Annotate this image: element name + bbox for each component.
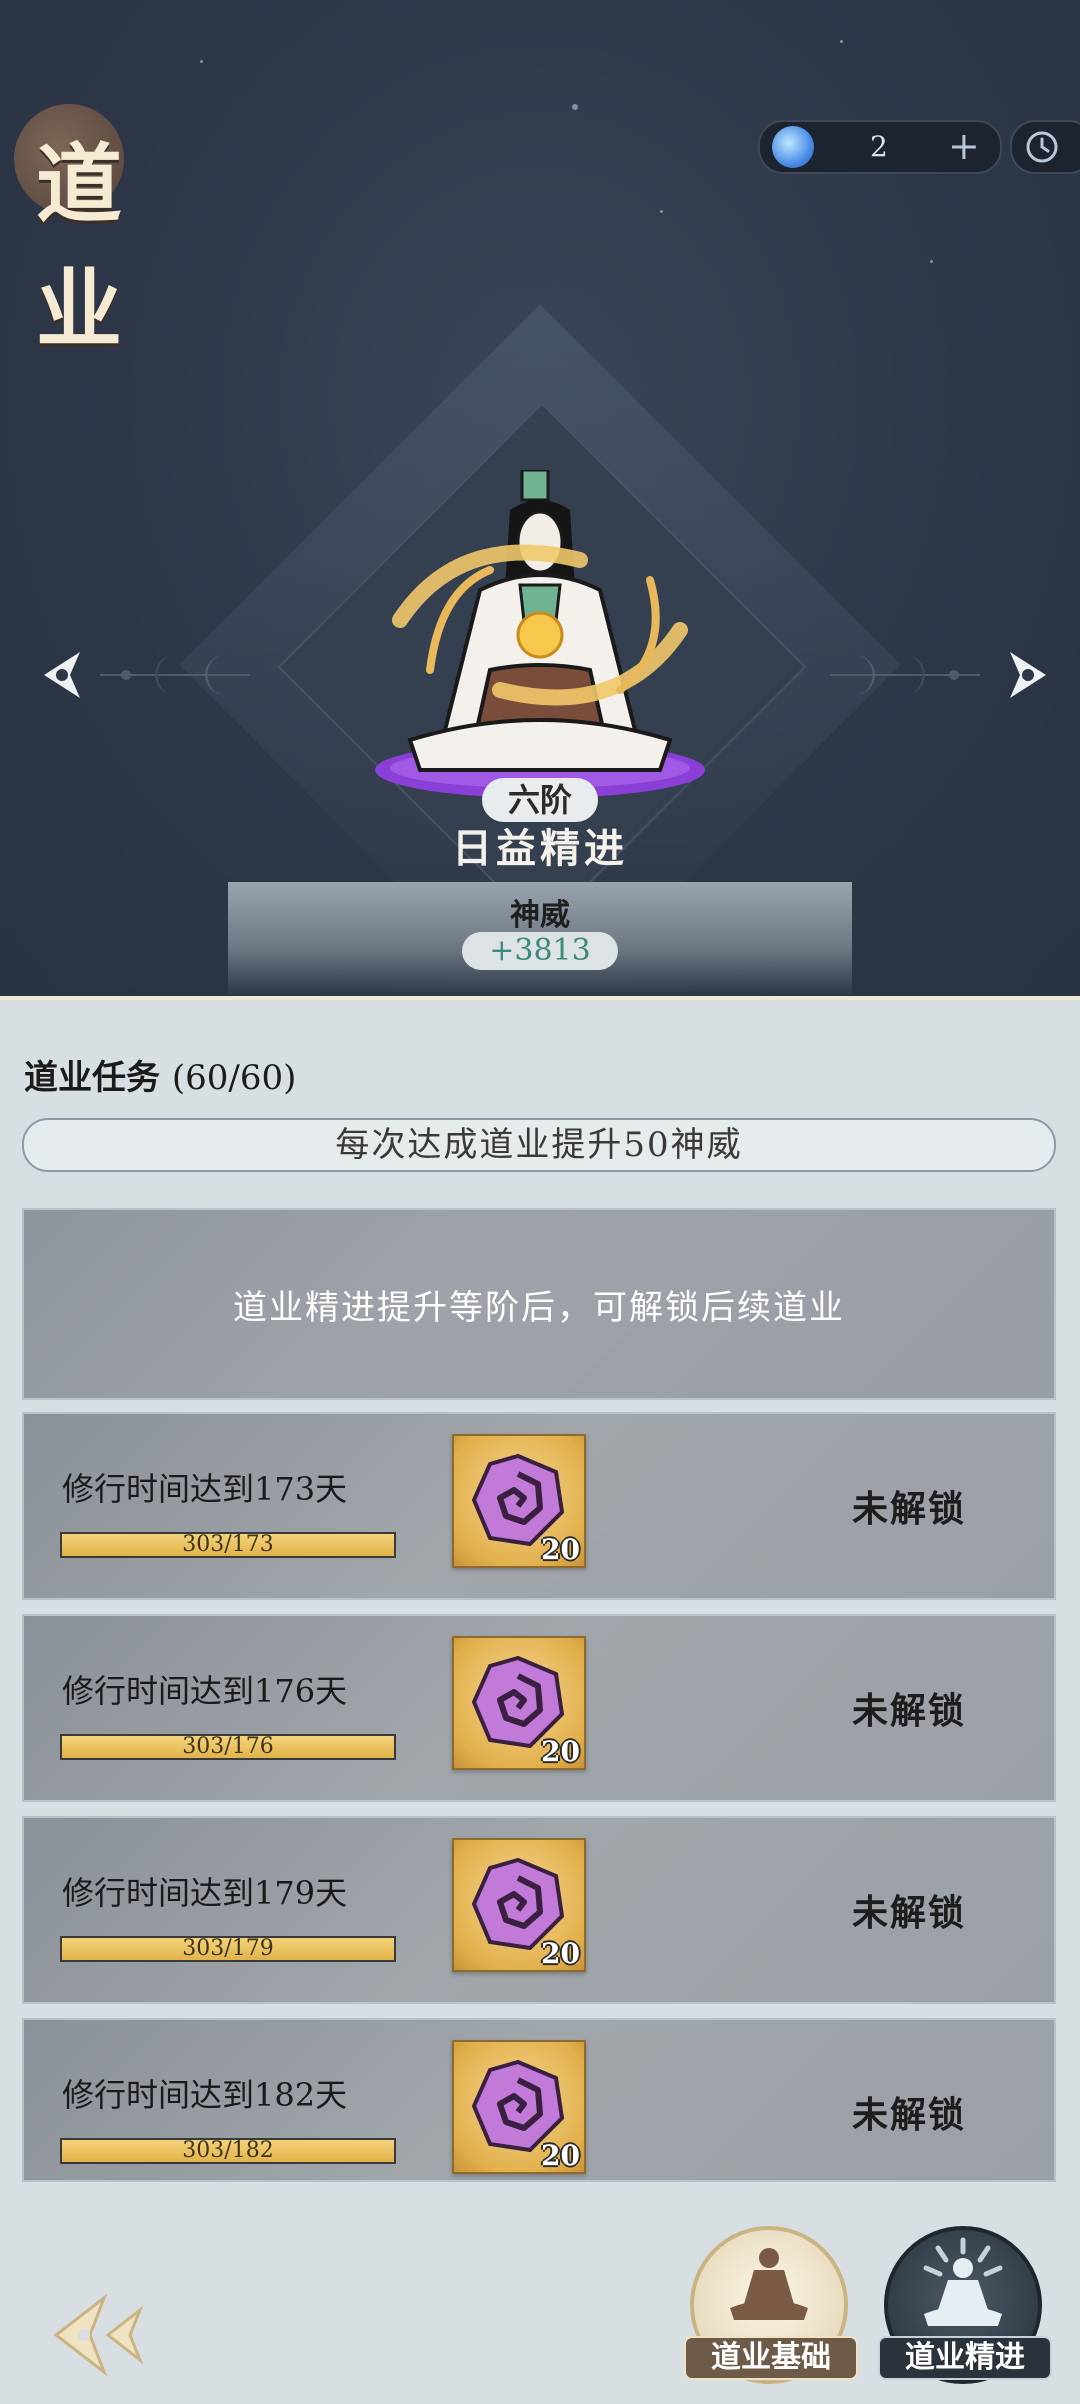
- star-decoration: [930, 260, 933, 263]
- back-arrow-icon[interactable]: [44, 2290, 154, 2380]
- spirit-orb-icon: [772, 126, 814, 168]
- advance-tab-label: 道业精进: [878, 2336, 1052, 2380]
- reward-item[interactable]: 20: [452, 1636, 586, 1770]
- page-title: 道业: [36, 134, 128, 360]
- task-progress-text: 303/179: [182, 1936, 274, 1961]
- task-status: 未解锁: [852, 1488, 967, 1530]
- task-title-label: 道业任务: [24, 1058, 160, 1098]
- reward-quantity: 20: [541, 1937, 580, 1970]
- task-progress-text: 303/173: [182, 1532, 274, 1557]
- cultivator-figure-icon: [375, 470, 705, 798]
- next-stage-arrow-icon[interactable]: [990, 640, 1060, 710]
- resource-counter[interactable]: 2 +: [758, 120, 1002, 174]
- radiant-meditation-icon: [923, 2237, 1003, 2326]
- star-decoration: [572, 104, 578, 110]
- task-progress-bar: 303/179: [60, 1936, 396, 1962]
- task-card[interactable]: 修行时间达到179天 303/179 20 未解锁: [22, 1816, 1056, 2004]
- task-status: 未解锁: [852, 2094, 967, 2136]
- locked-notice-card: 道业精进提升等阶后，可解锁后续道业: [22, 1208, 1056, 1400]
- star-decoration: [200, 60, 203, 63]
- task-description: 修行时间达到173天: [62, 1470, 348, 1508]
- reward-quantity: 20: [541, 1735, 580, 1768]
- task-status: 未解锁: [852, 1892, 967, 1934]
- task-progress-bar: 303/182: [60, 2138, 396, 2164]
- task-count: (60/60): [171, 1058, 297, 1098]
- task-description: 修行时间达到182天: [62, 2076, 348, 2114]
- page-header: 道业: [14, 100, 214, 360]
- basic-tab-label: 道业基础: [684, 2336, 858, 2380]
- task-progress-bar: 303/176: [60, 1734, 396, 1760]
- task-status: 未解锁: [852, 1690, 967, 1732]
- moon-trail-right-icon: [830, 655, 980, 695]
- power-panel: 神威 +3813: [228, 882, 852, 994]
- locked-notice-text: 道业精进提升等阶后，可解锁后续道业: [233, 1288, 845, 1328]
- task-section-title: 道业任务 (60/60): [24, 1050, 296, 1099]
- task-description: 修行时间达到179天: [62, 1874, 348, 1912]
- task-card[interactable]: 修行时间达到182天 303/182 20 未解锁: [22, 2018, 1056, 2182]
- reward-quantity: 20: [541, 2139, 580, 2172]
- task-progress-bar: 303/173: [60, 1532, 396, 1558]
- reward-item[interactable]: 20: [452, 1434, 586, 1568]
- previous-stage-arrow-icon[interactable]: [30, 640, 100, 710]
- meditation-pose-icon: [730, 2248, 808, 2320]
- resource-value: 2: [870, 130, 888, 163]
- task-description: 修行时间达到176天: [62, 1672, 348, 1710]
- moon-trail-left-icon: [100, 655, 250, 695]
- clock-button[interactable]: [1010, 120, 1080, 174]
- reward-quantity: 20: [541, 1533, 580, 1566]
- power-label: 神威: [510, 898, 570, 933]
- power-value: +3813: [462, 932, 618, 970]
- star-decoration: [660, 210, 663, 213]
- advance-tab-button[interactable]: 道业精进: [878, 2226, 1052, 2384]
- add-resource-button[interactable]: +: [948, 124, 980, 168]
- basic-tab-button[interactable]: 道业基础: [684, 2226, 858, 2384]
- task-card[interactable]: 修行时间达到173天 303/173 20 未解锁: [22, 1412, 1056, 1600]
- clock-icon: [1026, 131, 1058, 163]
- task-rule-banner: 每次达成道业提升50神威: [22, 1118, 1056, 1172]
- task-progress-text: 303/182: [182, 2138, 274, 2163]
- task-card[interactable]: 修行时间达到176天 303/176 20 未解锁: [22, 1614, 1056, 1802]
- reward-item[interactable]: 20: [452, 2040, 586, 2174]
- task-progress-text: 303/176: [182, 1734, 274, 1759]
- stage-name: 日益精进: [452, 825, 628, 872]
- reward-item[interactable]: 20: [452, 1838, 586, 1972]
- star-decoration: [840, 40, 843, 43]
